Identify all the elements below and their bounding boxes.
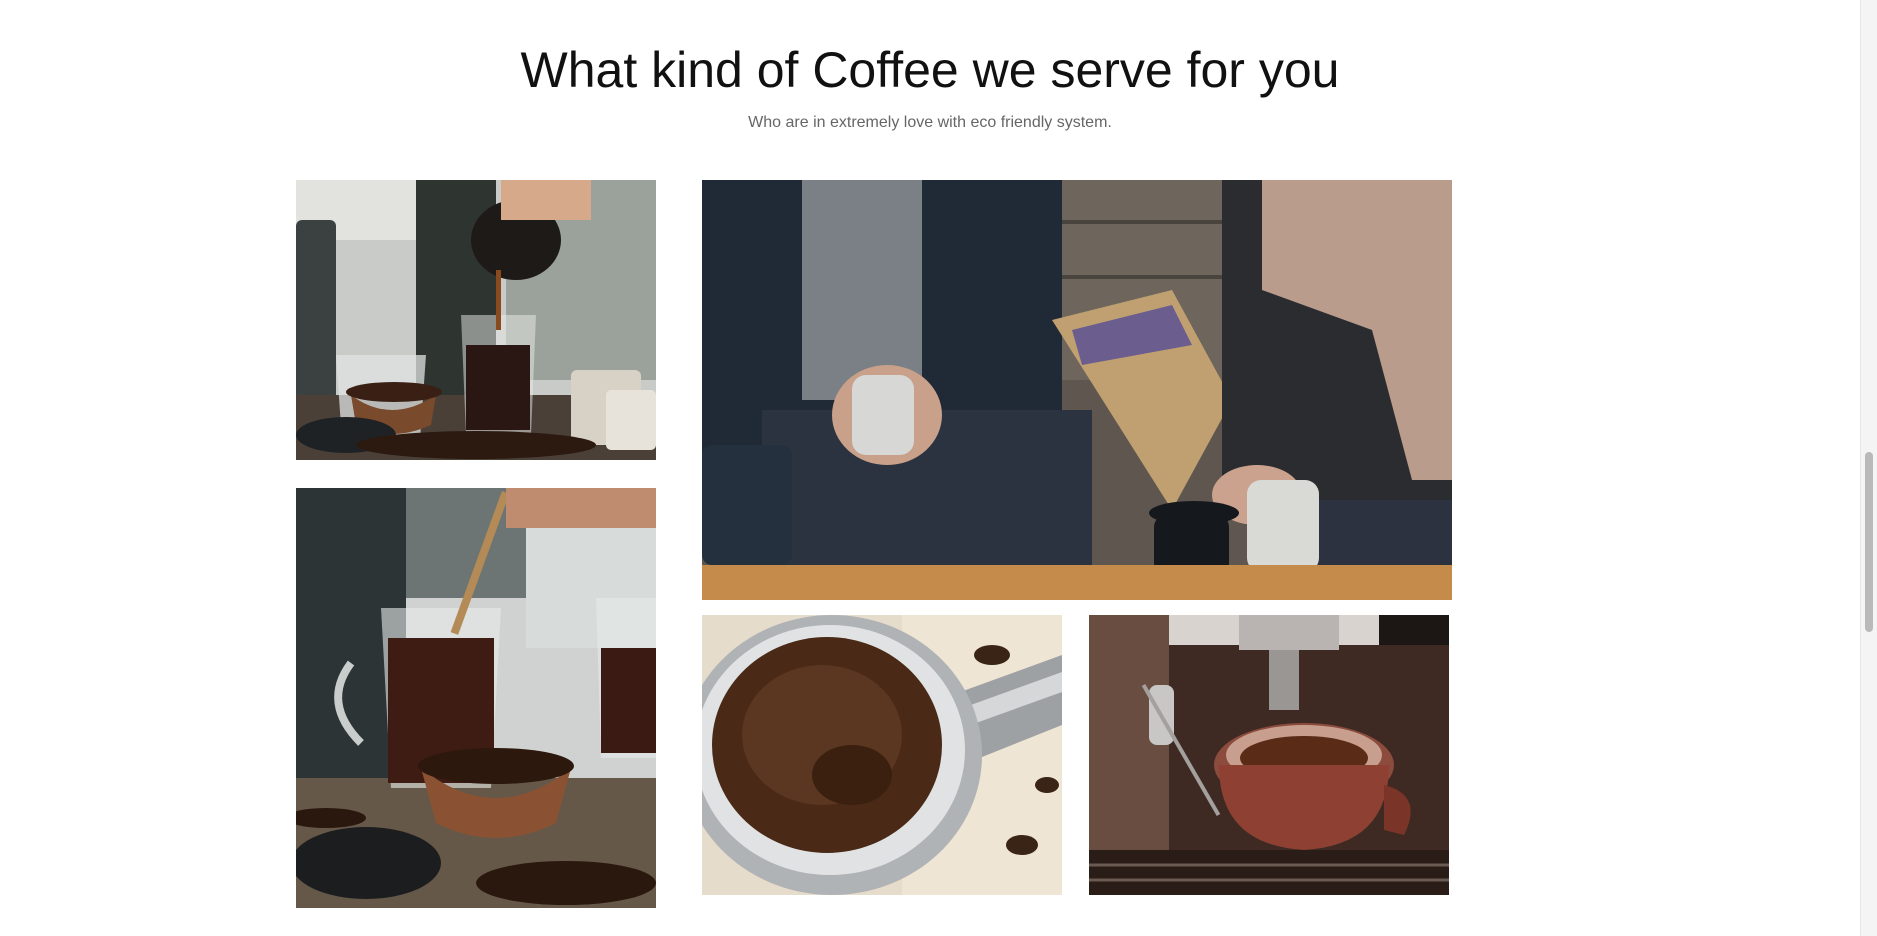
pouring-coffee-illustration <box>296 180 656 460</box>
page-scrollbar[interactable] <box>1860 0 1877 936</box>
gallery-image-pouring-coffee[interactable] <box>296 180 656 460</box>
section-subtitle: Who are in extremely love with eco frien… <box>748 114 1112 131</box>
gallery-image-portafilter[interactable] <box>702 615 1062 895</box>
gallery-image-espresso-machine[interactable] <box>1089 615 1449 895</box>
portafilter-illustration <box>702 615 1062 895</box>
people-with-mugs-illustration <box>702 180 1452 600</box>
scrollbar-thumb[interactable] <box>1865 452 1873 632</box>
gallery-image-stirring-coffee[interactable] <box>296 488 656 908</box>
espresso-machine-illustration <box>1089 615 1449 895</box>
stirring-coffee-illustration <box>296 488 656 908</box>
gallery-image-people-with-mugs[interactable] <box>702 180 1452 600</box>
coffee-section: What kind of Coffee we serve for you Who… <box>0 0 1860 936</box>
section-title: What kind of Coffee we serve for you <box>520 42 1340 98</box>
